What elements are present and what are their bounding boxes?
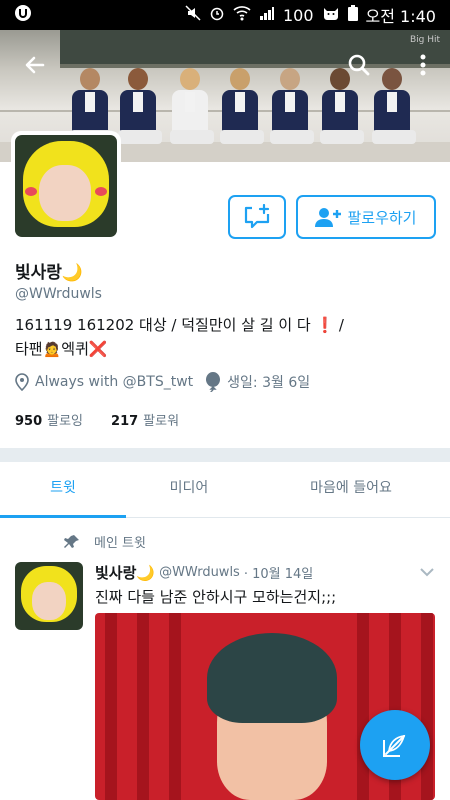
tweet-menu-button[interactable] (419, 565, 435, 581)
compose-tweet-button[interactable] (360, 710, 430, 780)
alarm-icon (209, 5, 225, 25)
battery-icon (347, 5, 358, 25)
app-icon (14, 4, 32, 26)
search-button[interactable] (342, 48, 376, 82)
battery-percent: 100 (282, 5, 314, 25)
banner-watermark: Big Hit (409, 35, 440, 45)
status-right: 100 오전 1:40 (185, 3, 436, 27)
birthday-text: 생일: 3월 6일 (227, 375, 311, 391)
banner-chalkboard (60, 30, 450, 68)
pinned-label-text: 메인 트윗 (94, 536, 146, 551)
avatar-face (39, 165, 91, 221)
mute-icon (185, 5, 201, 25)
status-bar: 100 오전 1:40 (0, 0, 450, 30)
followers-number: 217 (111, 414, 139, 429)
following-count[interactable]: 950 팔로잉 (15, 410, 83, 429)
avatar (15, 135, 117, 237)
wifi-icon (233, 5, 251, 25)
banner-person (220, 68, 264, 146)
bio-line: 161119 161202 대상 / 덕질만이 살 길 이 다 ❗ / (15, 316, 344, 334)
profile-location: Always with @BTS_twt (15, 373, 193, 391)
avatar-cheek (95, 187, 107, 196)
banner-person (270, 68, 314, 146)
profile-avatar-frame[interactable] (11, 131, 121, 241)
profile-meta: Always with @BTS_twt 생일: 3월 6일 (15, 372, 435, 392)
banner-person (118, 68, 162, 146)
tweet-author-name: 빛사랑🌙 (95, 564, 156, 582)
profile-tabs: 트윗 미디어 마음에 들어요 (0, 462, 450, 518)
tweet-avatar[interactable] (15, 562, 83, 630)
balloon-icon (206, 372, 221, 392)
profile-name: 빛사랑🌙 (15, 263, 84, 283)
arrow-left-icon (25, 56, 45, 74)
follow-button[interactable]: 팔로우하기 (296, 195, 436, 239)
add-user-icon (315, 208, 342, 227)
search-icon (348, 54, 370, 76)
direct-message-button[interactable] (228, 195, 286, 239)
tab-likes[interactable]: 마음에 들어요 (252, 462, 450, 517)
followers-count[interactable]: 217 팔로워 (111, 410, 179, 429)
cat-icon (322, 5, 340, 25)
tweet-text: 진짜 다들 남준 안하시구 모하는건지;;; (95, 588, 337, 606)
media-hair (207, 633, 337, 723)
profile-handle: @WWrduwls (15, 286, 102, 302)
banner-person (170, 68, 214, 146)
section-divider (0, 448, 450, 462)
location-text: Always with @BTS_twt (35, 374, 194, 390)
avatar-cheek (25, 187, 37, 196)
tab-tweets[interactable]: 트윗 (0, 462, 126, 518)
message-plus-icon (244, 204, 270, 229)
chevron-down-icon (420, 567, 434, 576)
following-label: 팔로잉 (47, 414, 84, 429)
profile-bio: 161119 161202 대상 / 덕질만이 살 길 이 다 ❗ / 타팬🙍엑… (15, 313, 435, 361)
tab-media[interactable]: 미디어 (126, 462, 252, 517)
tweet-author-handle: @WWrduwls (159, 565, 240, 580)
compose-feather-icon (383, 734, 406, 757)
tweet-header: 빛사랑🌙 @WWrduwls · 10월 14일 (95, 562, 435, 583)
profile-counts: 950 팔로잉 217 팔로워 (15, 410, 179, 429)
status-left (14, 4, 32, 26)
bio-line: 타팬🙍엑퀴❌ (15, 340, 108, 358)
pin-icon (64, 534, 79, 548)
tweet-date: · 10월 14일 (243, 567, 314, 582)
followers-label: 팔로워 (143, 414, 180, 429)
pinned-tweet-label: 메인 트윗 (64, 532, 146, 551)
location-pin-icon (15, 373, 29, 391)
more-options-button[interactable] (406, 48, 440, 82)
back-button[interactable] (18, 48, 52, 82)
signal-icon (259, 5, 275, 25)
status-time: 오전 1:40 (365, 7, 436, 26)
following-number: 950 (15, 414, 43, 429)
profile-birthday: 생일: 3월 6일 (205, 372, 310, 392)
follow-button-label: 팔로우하기 (347, 208, 417, 227)
more-vertical-icon (420, 54, 426, 76)
